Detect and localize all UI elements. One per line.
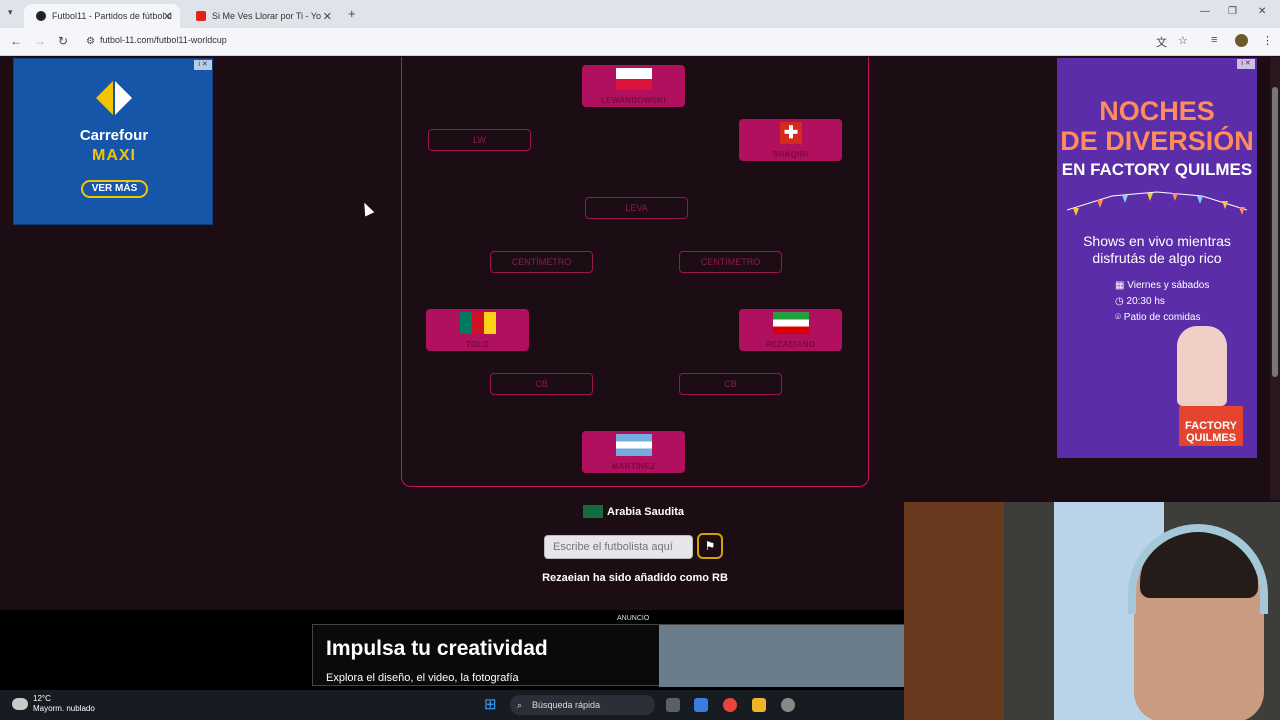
browser-tab-bar: Futbol11 - Partidos de fútbol d ✕ Si Me … xyxy=(0,0,1280,28)
empty-slot-cb-left[interactable]: CB xyxy=(490,373,593,395)
factory-quilmes-logo: FACTORY QUILMES xyxy=(1179,406,1243,446)
reload-icon[interactable]: ↻ xyxy=(58,34,68,48)
scrollbar-thumb[interactable] xyxy=(1272,87,1278,377)
player-card-shaqiri[interactable]: ✚ SHAQIRI xyxy=(739,119,842,161)
argentina-flag-icon xyxy=(616,434,652,456)
empty-slot-lw[interactable]: LW xyxy=(428,129,531,151)
carrefour-logo-icon xyxy=(115,81,132,115)
windows-taskbar: 12°C Mayorm. nublado ⊞ ⌕ Búsqueda rápida xyxy=(0,690,904,720)
taskbar-search-label: Búsqueda rápida xyxy=(532,700,601,710)
taskbar-search[interactable]: ⌕ Búsqueda rápida xyxy=(510,695,655,715)
temperature: 12°C xyxy=(33,694,51,703)
ad-info-time: ◷ 20:30 hs xyxy=(1115,296,1165,307)
weather-widget[interactable]: 12°C Mayorm. nublado xyxy=(33,694,95,714)
player-card-lewandowski[interactable]: LEWANDOWSKI xyxy=(582,65,685,107)
futbol11-favicon-icon xyxy=(36,11,46,21)
empty-slot-cb-right[interactable]: CB xyxy=(679,373,782,395)
poland-flag-icon xyxy=(616,68,652,90)
youtube-favicon-icon xyxy=(196,11,206,21)
empty-slot-cm-left[interactable]: CENTÍMETRO xyxy=(490,251,593,273)
minimize-icon[interactable]: — xyxy=(1200,6,1210,17)
address-bar[interactable]: futbol-11.com/futbol11-worldcup xyxy=(100,35,227,45)
site-info-icon[interactable]: ⚙ xyxy=(86,36,95,47)
tab-futbol11[interactable]: Futbol11 - Partidos de fútbol d ✕ xyxy=(24,4,180,28)
give-up-flag-button[interactable]: ⚑ xyxy=(697,533,723,559)
empty-slot-leva[interactable]: LEVA xyxy=(585,197,688,219)
iran-flag-icon xyxy=(773,312,809,334)
player-name: TOLO xyxy=(465,340,490,349)
menu-icon[interactable]: ⋮ xyxy=(1262,34,1273,47)
ad-brand-sub: MAXI xyxy=(92,147,136,164)
banner-subline: Explora el diseño, el video, la fotograf… xyxy=(326,672,519,684)
tab-title: Futbol11 - Partidos de fútbol d xyxy=(52,11,172,21)
bunting-decoration-icon xyxy=(1067,191,1247,216)
file-explorer-icon[interactable] xyxy=(752,698,766,712)
maximize-icon[interactable]: ❐ xyxy=(1228,6,1237,17)
new-tab-button[interactable]: + xyxy=(348,6,356,21)
carrefour-ad[interactable]: Carrefour MAXI VER MÁS i ✕ xyxy=(13,58,213,225)
browser-toolbar: ← → ↻ ⚙ futbol-11.com/futbol11-worldcup … xyxy=(0,28,1280,56)
switzerland-flag-icon: ✚ xyxy=(780,122,802,144)
ad-choices-icon[interactable]: i ✕ xyxy=(194,60,212,70)
ad-brand: Carrefour xyxy=(79,127,149,144)
tab-list-icon[interactable]: ▾ xyxy=(8,7,13,18)
copilot-icon[interactable] xyxy=(694,698,708,712)
player-name: REZAEIANO xyxy=(765,340,816,349)
player-card-martinez[interactable]: MARTÍNEZ xyxy=(582,431,685,473)
country-name: Arabia Saudita xyxy=(607,505,685,518)
cameroon-flag-icon xyxy=(460,312,496,334)
ad-cta-button[interactable]: VER MÁS xyxy=(81,180,148,198)
bookmark-star-icon[interactable]: ☆ xyxy=(1178,34,1188,47)
page-scrollbar[interactable] xyxy=(1270,57,1280,500)
close-tab-icon[interactable]: ✕ xyxy=(323,10,332,23)
profile-avatar[interactable] xyxy=(1235,34,1248,47)
creativity-banner-ad[interactable]: Impulsa tu creatividad Explora el diseño… xyxy=(312,624,905,687)
empty-slot-cm-right[interactable]: CENTÍMETRO xyxy=(679,251,782,273)
player-name: MARTÍNEZ xyxy=(611,462,656,471)
player-name: SHAQIRI xyxy=(772,150,809,159)
ad-label: ANUNCIO xyxy=(617,615,650,622)
search-icon: ⌕ xyxy=(517,700,523,710)
banner-photo xyxy=(659,625,905,687)
task-view-icon[interactable] xyxy=(666,698,680,712)
reading-list-icon[interactable]: ≡ xyxy=(1211,34,1217,46)
ad-illustration xyxy=(1177,326,1227,406)
ad-choices-icon[interactable]: i ✕ xyxy=(1237,59,1255,69)
player-search-input[interactable] xyxy=(544,535,693,559)
tab-title: Si Me Ves Llorar por Ti - Yo xyxy=(212,11,322,21)
translate-icon[interactable]: 文 xyxy=(1156,34,1167,50)
close-window-icon[interactable]: ✕ xyxy=(1258,6,1266,17)
weather-description: Mayorm. nublado xyxy=(33,704,95,713)
ad-title: NOCHES DE DIVERSIÓN xyxy=(1060,96,1254,156)
ad-subtitle: EN FACTORY QUILMES xyxy=(1061,160,1253,179)
obs-icon[interactable] xyxy=(781,698,795,712)
forward-icon[interactable]: → xyxy=(34,34,46,48)
factory-quilmes-ad[interactable]: NOCHES DE DIVERSIÓN EN FACTORY QUILMES Sh… xyxy=(1057,58,1257,458)
player-name: LEWANDOWSKI xyxy=(600,96,667,105)
tab-youtube[interactable]: Si Me Ves Llorar por Ti - Yo ✕ xyxy=(184,4,340,28)
player-card-tolo[interactable]: TOLO xyxy=(426,309,529,351)
webcam-background-wall xyxy=(904,502,1004,720)
back-icon[interactable]: ← xyxy=(10,34,22,48)
carrefour-logo-icon xyxy=(96,81,113,115)
target-country: Arabia Saudita xyxy=(583,505,684,518)
saudi-arabia-flag-icon xyxy=(583,505,603,518)
player-card-rezaeiano[interactable]: REZAEIANO xyxy=(739,309,842,351)
windows-start-icon[interactable]: ⊞ xyxy=(484,697,500,713)
ad-body: Shows en vivo mientras disfrutás de algo… xyxy=(1083,233,1231,266)
webcam-overlay xyxy=(904,502,1280,720)
weather-cloud-icon xyxy=(12,698,28,710)
flag-icon: ⚑ xyxy=(704,539,716,553)
ad-info-days: ▦ Viernes y sábados xyxy=(1115,280,1210,291)
banner-headline: Impulsa tu creatividad xyxy=(326,637,548,660)
chrome-icon[interactable] xyxy=(723,698,737,712)
ad-info-place: ⌾ Patio de comidas xyxy=(1115,312,1201,323)
close-tab-icon[interactable]: ✕ xyxy=(163,10,172,23)
